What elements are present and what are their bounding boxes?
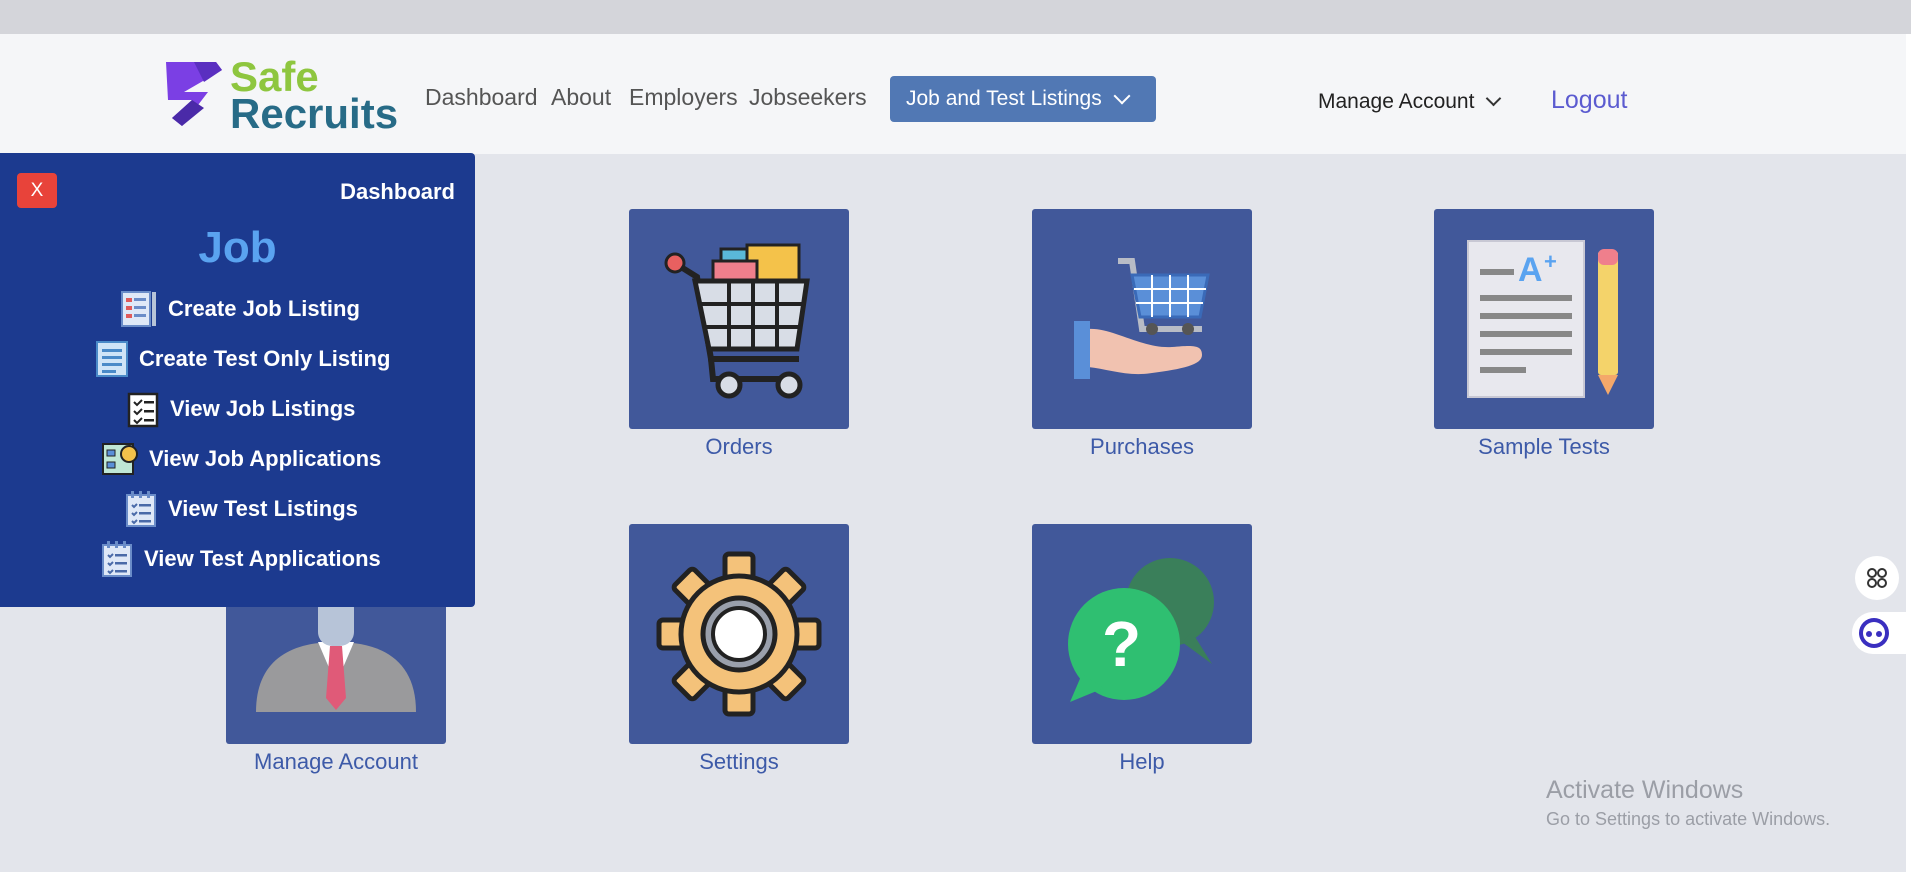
create-job-listing-item[interactable]: Create Job Listing <box>120 289 360 329</box>
job-test-listings-dropdown[interactable]: Job and Test Listings <box>890 76 1156 122</box>
sample-tests-tile[interactable]: A + <box>1434 209 1654 429</box>
orders-label[interactable]: Orders <box>609 434 869 460</box>
svg-text:A: A <box>1518 251 1543 289</box>
help-chat-icon: ? <box>1068 558 1214 702</box>
view-test-listings-label: View Test Listings <box>168 496 358 521</box>
hand-cart-icon <box>1074 258 1210 379</box>
manage-account-dropdown[interactable]: Manage Account <box>1318 90 1502 114</box>
purchases-tile[interactable] <box>1032 209 1252 429</box>
command-icon <box>1867 568 1887 588</box>
activate-windows-subtitle: Go to Settings to activate Windows. <box>1546 809 1831 829</box>
logo-mark-icon <box>166 62 222 126</box>
view-job-applications-item[interactable]: View Job Applications <box>101 439 381 479</box>
svg-text:?: ? <box>1102 608 1141 680</box>
browser-top-strip <box>0 0 1911 34</box>
view-test-applications-label: View Test Applications <box>144 546 381 571</box>
purchases-label[interactable]: Purchases <box>1012 434 1272 460</box>
panel-dashboard-link[interactable]: Dashboard <box>340 179 455 205</box>
help-tile[interactable]: ? <box>1032 524 1252 744</box>
close-panel-button[interactable]: X <box>17 173 57 208</box>
page-edge <box>1906 34 1911 872</box>
sample-tests-label[interactable]: Sample Tests <box>1414 434 1674 460</box>
nav-jobseekers[interactable]: Jobseekers <box>749 84 867 111</box>
assistant-button[interactable] <box>1852 612 1906 654</box>
test-form-icon <box>96 341 128 377</box>
manage-account-label: Manage Account <box>1318 90 1475 113</box>
extension-grid-button[interactable] <box>1855 556 1899 600</box>
view-job-applications-label: View Job Applications <box>149 446 382 471</box>
job-test-listings-label: Job and Test Listings <box>906 87 1102 110</box>
logout-link[interactable]: Logout <box>1551 86 1627 115</box>
notepad-list-icon <box>126 491 156 527</box>
job-side-panel: X Dashboard Job Create Job Listing Creat… <box>0 153 475 607</box>
manage-account-label[interactable]: Manage Account <box>206 749 466 775</box>
notepad-list-icon <box>102 541 132 577</box>
activate-windows-title: Activate Windows <box>1546 776 1744 804</box>
view-job-listings-label: View Job Listings <box>170 396 356 421</box>
nav-about[interactable]: About <box>551 84 611 111</box>
help-label[interactable]: Help <box>1012 749 1272 775</box>
view-test-listings-item[interactable]: View Test Listings <box>124 489 358 529</box>
chevron-down-icon <box>1486 90 1502 107</box>
site-logo[interactable]: Safe Recruits <box>164 56 398 135</box>
logo-text-recruits: Recruits <box>230 90 399 137</box>
nav-dashboard[interactable]: Dashboard <box>425 84 538 111</box>
create-test-only-listing-item[interactable]: Create Test Only Listing <box>95 339 390 379</box>
assistant-bot-icon <box>1859 618 1889 648</box>
create-test-only-listing-label: Create Test Only Listing <box>139 346 391 371</box>
panel-title: Job <box>198 223 277 272</box>
settings-tile[interactable] <box>629 524 849 744</box>
test-paper-icon: A + <box>1467 240 1618 398</box>
view-job-listings-item[interactable]: View Job Listings <box>126 389 355 429</box>
gear-icon <box>656 551 822 717</box>
applications-icon <box>102 443 138 475</box>
checklist-icon <box>127 392 159 428</box>
settings-label[interactable]: Settings <box>609 749 869 775</box>
view-test-applications-item[interactable]: View Test Applications <box>100 539 381 579</box>
chevron-down-icon <box>1113 87 1131 105</box>
orders-tile[interactable] <box>629 209 849 429</box>
create-job-listing-label: Create Job Listing <box>168 296 360 321</box>
job-form-icon <box>121 291 156 327</box>
shopping-cart-icon <box>664 243 810 399</box>
nav-employers[interactable]: Employers <box>629 84 738 111</box>
svg-text:+: + <box>1544 249 1557 274</box>
